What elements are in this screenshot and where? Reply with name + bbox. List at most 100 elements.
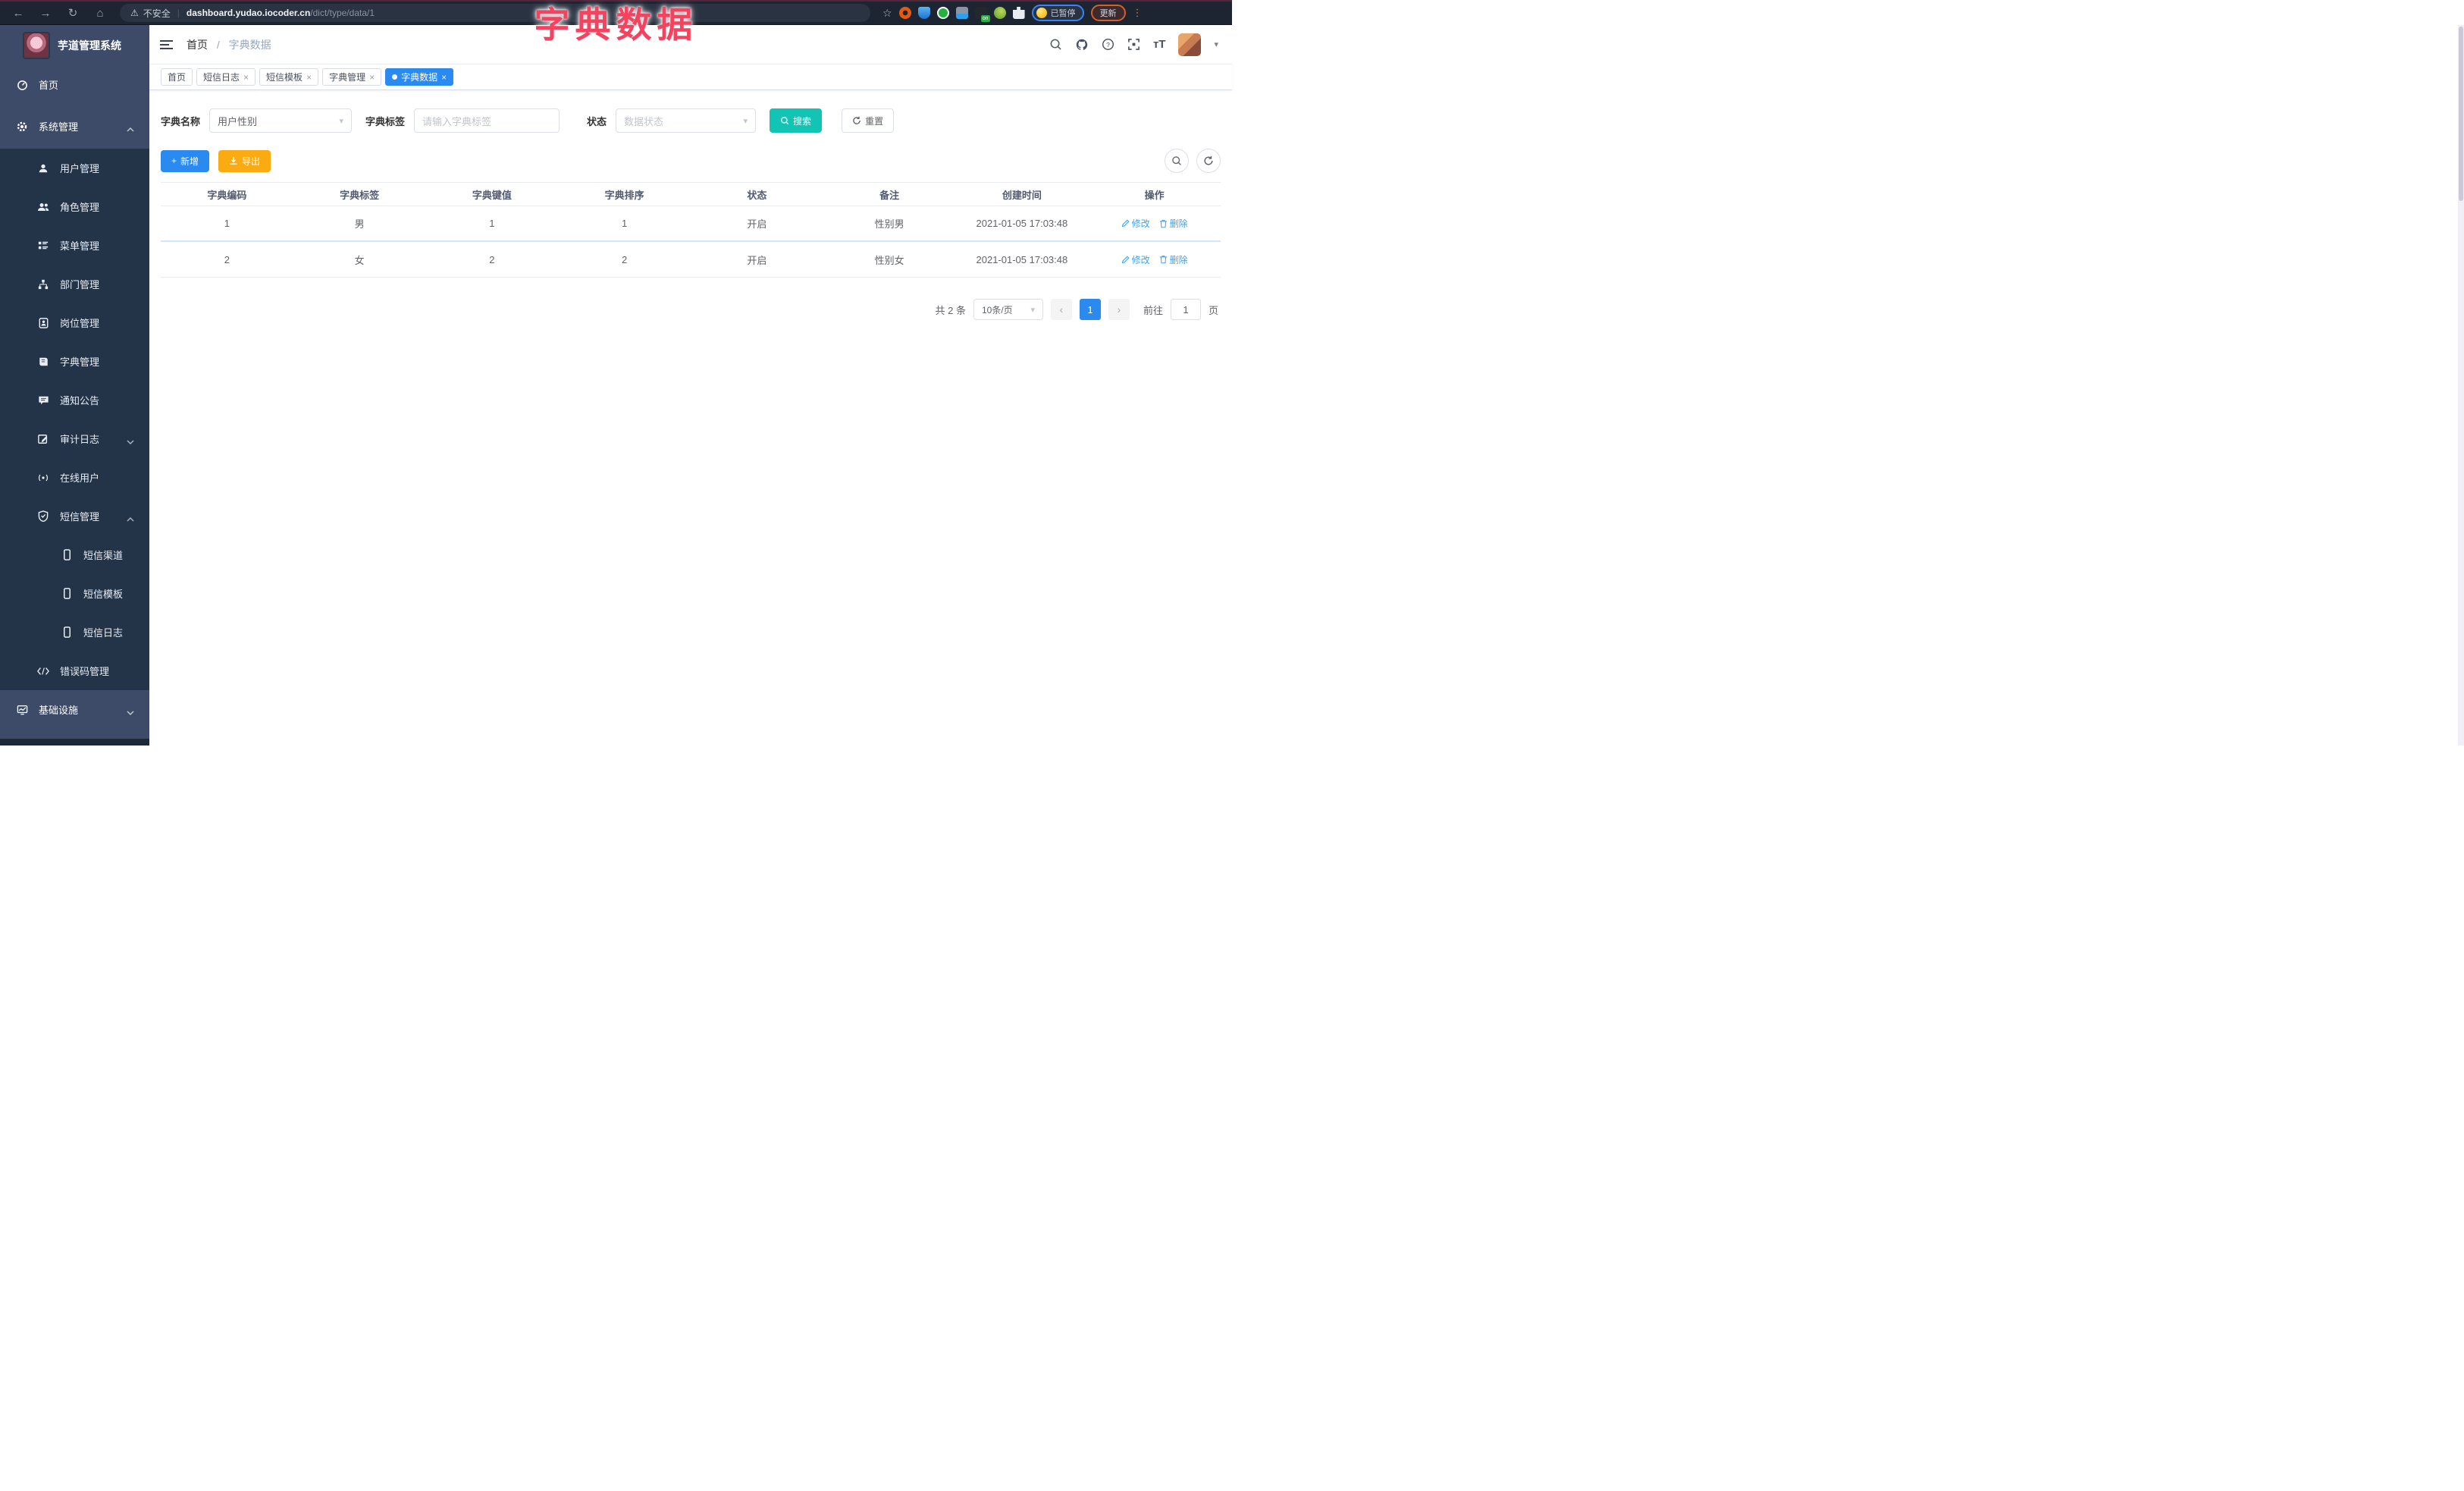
extension-green-check-icon[interactable] — [936, 7, 949, 19]
sidebar-item-home[interactable]: 首页 — [0, 65, 149, 104]
window-scrollbar[interactable] — [2458, 25, 2464, 746]
next-page-button[interactable]: › — [1108, 299, 1130, 320]
tab-dict-manage[interactable]: 字典管理 × — [322, 68, 382, 86]
close-icon[interactable]: × — [441, 72, 447, 83]
phone-icon — [61, 549, 73, 561]
browser-menu-icon[interactable]: ⋮ — [1133, 7, 1143, 19]
sidebar-item-dict[interactable]: 字典管理 — [0, 342, 149, 381]
sidebar-item-sms[interactable]: 短信管理 — [0, 497, 149, 535]
sidebar-item-online-users[interactable]: 在线用户 — [0, 458, 149, 497]
table-row[interactable]: 1 男 1 1 开启 性别男 2021-01-05 17:03:48 修改 删除 — [161, 206, 1221, 242]
edit-link[interactable]: 修改 — [1121, 253, 1150, 266]
help-icon[interactable]: ? — [1102, 38, 1114, 51]
dict-tag-label: 字典标签 — [365, 115, 406, 127]
col-header: 备注 — [879, 189, 900, 201]
breadcrumb-home[interactable]: 首页 — [187, 39, 208, 51]
delete-link[interactable]: 删除 — [1159, 217, 1188, 230]
sidebar-item-infrastructure[interactable]: 基础设施 — [0, 690, 149, 729]
breadcrumb-current: 字典数据 — [228, 38, 271, 51]
caret-down-icon: ▾ — [339, 116, 344, 126]
menu-list-icon — [37, 240, 49, 252]
table-row[interactable]: 2 女 2 2 开启 性别女 2021-01-05 17:03:48 修改 删除 — [161, 242, 1221, 278]
sidebar-item-system[interactable]: 系统管理 — [0, 104, 149, 149]
font-size-icon[interactable]: ᴛT — [1153, 38, 1166, 51]
sidebar: 芋道管理系统 首页 系统管理 用户管理 角色管理 菜单管理 部门管理 岗位管理 … — [0, 25, 149, 746]
monitor-chart-icon — [16, 704, 28, 716]
sidebar-item-error-codes[interactable]: 错误码管理 — [0, 651, 149, 690]
sidebar-scrollbar[interactable] — [0, 739, 149, 746]
home-icon[interactable]: ⌂ — [91, 7, 109, 20]
goto-page-input[interactable] — [1170, 299, 1201, 320]
close-icon[interactable]: × — [369, 72, 375, 83]
sidebar-item-departments[interactable]: 部门管理 — [0, 265, 149, 303]
extension-blue-gem-icon[interactable] — [917, 7, 930, 19]
reload-icon[interactable]: ↻ — [64, 6, 82, 20]
address-bar[interactable]: ⚠ 不安全 | dashboard.yudao.iocoder.cn /dict… — [120, 4, 870, 22]
export-button[interactable]: 导出 — [218, 149, 271, 172]
search-icon[interactable] — [1049, 38, 1062, 51]
url-domain: dashboard.yudao.iocoder.cn — [186, 8, 311, 18]
sidebar-item-notice[interactable]: 通知公告 — [0, 381, 149, 419]
profile-paused-chip[interactable]: 已暂停 — [1031, 5, 1084, 21]
dict-data-table: 字典编码 字典标签 字典键值 字典排序 状态 备注 创建时间 操作 1 男 1 … — [161, 182, 1221, 278]
status-select[interactable]: 数据状态 ▾ — [616, 108, 757, 133]
avatar[interactable] — [1178, 33, 1202, 56]
sidebar-item-audit-log[interactable]: 审计日志 — [0, 419, 149, 458]
extension-green-leaf-icon[interactable] — [993, 7, 1006, 19]
dict-name-select[interactable]: 用户性别 ▾ — [209, 108, 353, 133]
sidebar-item-sms-template[interactable]: 短信模板 — [0, 574, 149, 613]
pencil-icon — [1121, 255, 1130, 263]
not-secure-icon: ⚠ — [130, 8, 139, 18]
tab-home[interactable]: 首页 — [161, 68, 193, 86]
phone-icon — [61, 588, 73, 600]
goto-label: 前往 — [1143, 304, 1163, 316]
browser-toolbar: ← → ↻ ⌂ ⚠ 不安全 | dashboard.yudao.iocoder.… — [0, 0, 1232, 25]
extensions-puzzle-icon[interactable] — [1012, 7, 1025, 19]
back-icon[interactable]: ← — [9, 7, 27, 20]
add-button[interactable]: + 新增 — [161, 149, 210, 172]
tab-sms-log[interactable]: 短信日志 × — [196, 68, 256, 86]
tab-sms-template[interactable]: 短信模板 × — [259, 68, 319, 86]
plus-icon: + — [171, 155, 177, 166]
extension-translate-icon[interactable] — [955, 7, 968, 19]
page-size-select[interactable]: 10条/页 ▾ — [973, 299, 1043, 320]
current-page-button[interactable]: 1 — [1079, 299, 1101, 320]
reset-button[interactable]: 重置 — [842, 108, 895, 133]
toggle-search-icon-button[interactable] — [1165, 149, 1189, 173]
id-badge-icon — [37, 317, 49, 329]
fullscreen-icon[interactable] — [1127, 38, 1140, 51]
sidebar-item-roles[interactable]: 角色管理 — [0, 187, 149, 226]
prev-page-button[interactable]: ‹ — [1050, 299, 1072, 320]
scrollbar-thumb[interactable] — [2459, 27, 2463, 201]
sidebar-item-sms-log[interactable]: 短信日志 — [0, 613, 149, 651]
search-button[interactable]: 搜索 — [770, 108, 823, 133]
close-icon[interactable]: × — [306, 72, 312, 83]
col-header: 状态 — [747, 189, 767, 201]
sidebar-item-menus[interactable]: 菜单管理 — [0, 226, 149, 265]
collapse-sidebar-icon[interactable] — [160, 38, 173, 52]
logo-image — [23, 31, 50, 59]
pagination: 共 2 条 10条/页 ▾ ‹ 1 › 前往 页 — [149, 299, 1218, 320]
extension-orange-icon[interactable] — [898, 7, 911, 19]
browser-update-button[interactable]: 更新 — [1090, 5, 1126, 21]
github-icon[interactable] — [1075, 38, 1089, 52]
sidebar-item-users[interactable]: 用户管理 — [0, 149, 149, 187]
delete-link[interactable]: 删除 — [1159, 253, 1188, 266]
forward-icon[interactable]: → — [36, 7, 55, 20]
edit-link[interactable]: 修改 — [1121, 217, 1150, 230]
sidebar-item-sms-channel[interactable]: 短信渠道 — [0, 535, 149, 574]
extension-dark-icon[interactable]: on — [974, 7, 990, 22]
bookmark-star-icon[interactable]: ☆ — [882, 7, 892, 20]
breadcrumb-separator: / — [216, 38, 220, 51]
user-menu-caret-icon[interactable]: ▾ — [1214, 39, 1218, 49]
app-logo[interactable]: 芋道管理系统 — [0, 25, 149, 65]
caret-down-icon: ▾ — [743, 116, 748, 126]
sidebar-item-posts[interactable]: 岗位管理 — [0, 303, 149, 342]
refresh-table-icon-button[interactable] — [1196, 149, 1221, 173]
chevron-down-icon — [127, 436, 134, 447]
dict-tag-input[interactable]: 请输入字典标签 — [414, 108, 560, 133]
close-icon[interactable]: × — [243, 72, 249, 83]
tab-dict-data-active[interactable]: 字典数据 × — [385, 68, 454, 86]
tags-view-bar: 首页 短信日志 × 短信模板 × 字典管理 × 字典数据 × — [149, 64, 1232, 90]
url-path: /dict/type/data/1 — [310, 8, 375, 18]
